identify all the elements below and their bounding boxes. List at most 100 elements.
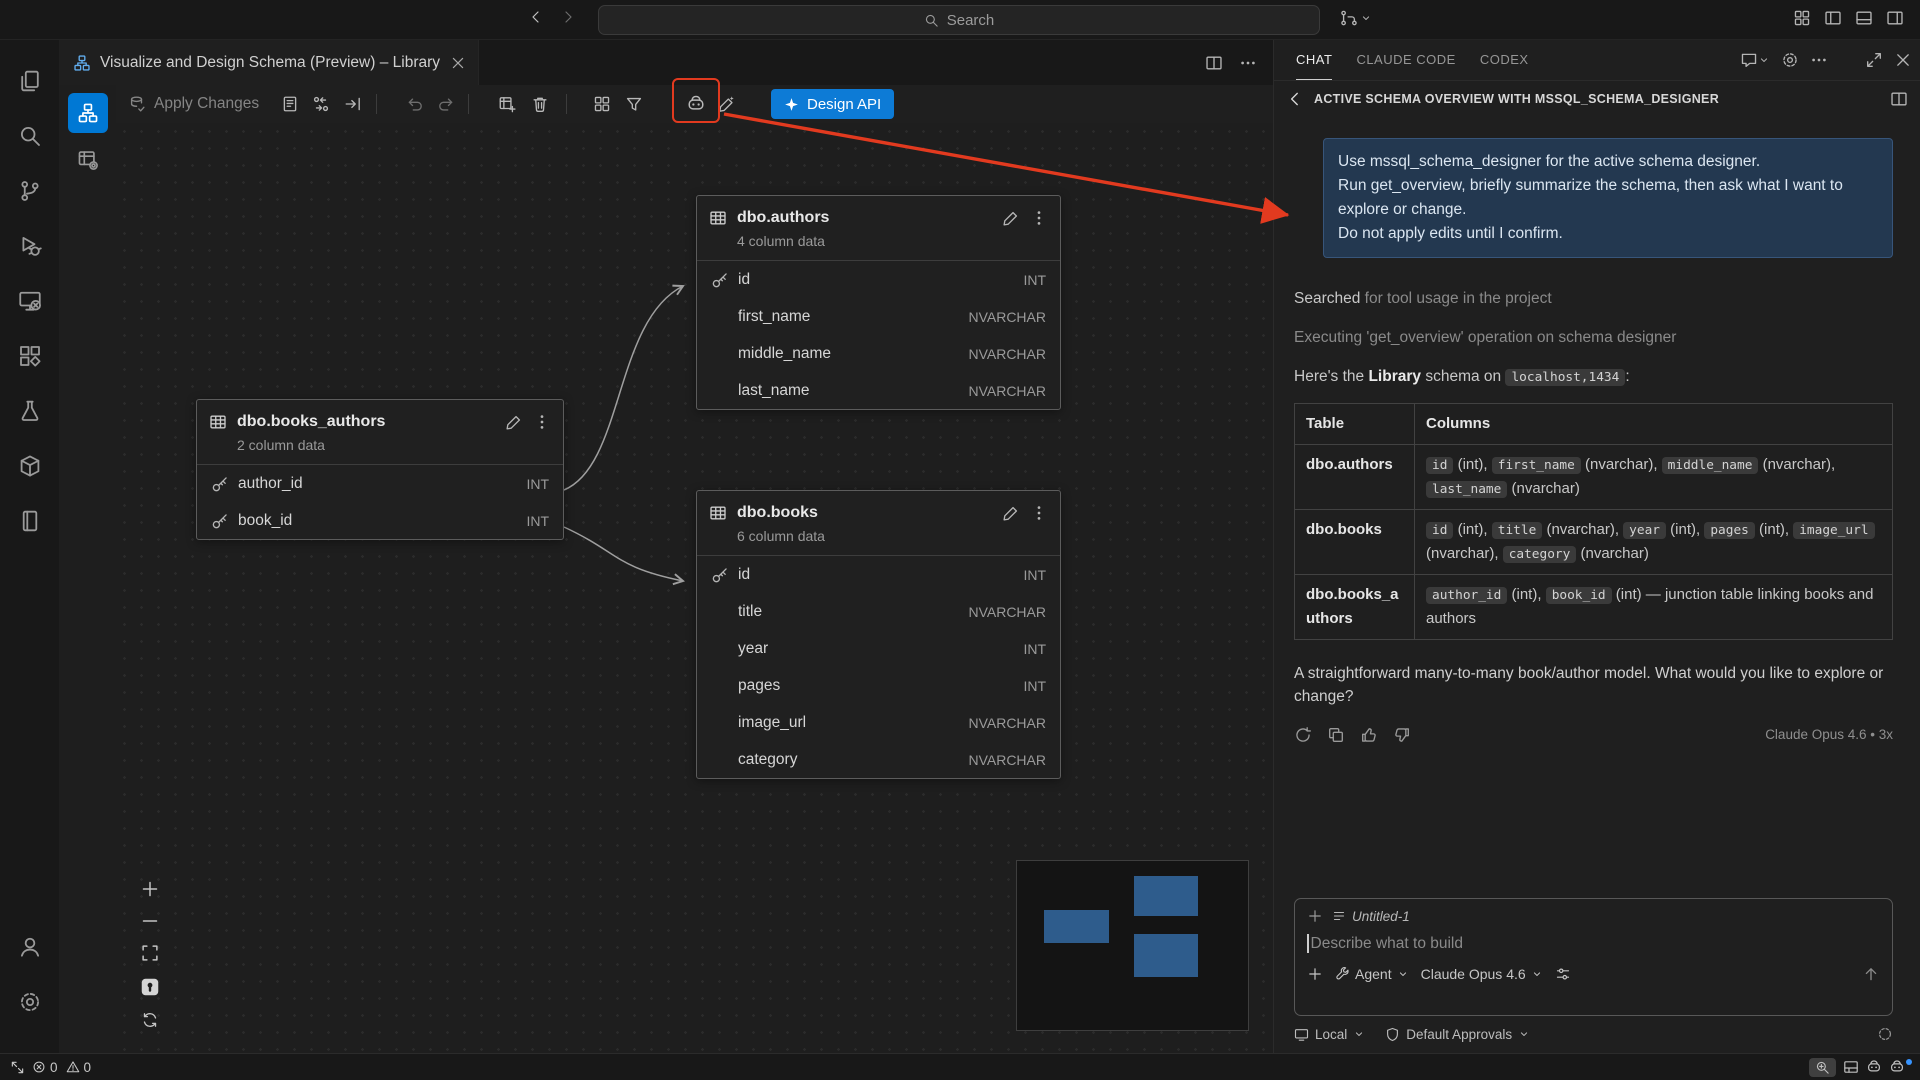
zoom-out-button[interactable] — [140, 911, 160, 931]
copilot-status-button[interactable] — [1866, 1059, 1882, 1075]
toggle-secondary-sidebar-button[interactable] — [1886, 9, 1904, 27]
toggle-sidebar-button[interactable] — [1824, 9, 1842, 27]
chat-tab-chat[interactable]: CHAT — [1296, 40, 1332, 80]
model-dropdown[interactable]: Claude Opus 4.6 — [1421, 966, 1543, 982]
copilot-menu-button[interactable] — [1889, 1059, 1905, 1075]
tools-config-button[interactable] — [1555, 966, 1571, 982]
schema-visualization-button[interactable] — [68, 93, 108, 133]
attach-button[interactable] — [1307, 966, 1323, 982]
schema-table-node[interactable]: dbo.books_authors2 column dataauthor_idI… — [196, 399, 564, 540]
add-context-button[interactable] — [1307, 908, 1323, 924]
redo-button[interactable] — [431, 89, 461, 119]
copy-response-button[interactable] — [1327, 726, 1345, 744]
table-node-header: dbo.authors — [697, 196, 1060, 233]
chat-tab-claude-code[interactable]: CLAUDE CODE — [1356, 40, 1455, 80]
auto-layout-button[interactable] — [587, 89, 617, 119]
table-menu-icon[interactable] — [1030, 504, 1048, 522]
sidebar-item-testing[interactable] — [18, 399, 42, 423]
regenerate-button[interactable] — [1294, 726, 1312, 744]
column-row[interactable]: first_nameNVARCHAR — [697, 298, 1060, 335]
table-menu-icon[interactable] — [1030, 209, 1048, 227]
minimap[interactable] — [1016, 860, 1249, 1031]
column-row[interactable]: author_idINT — [197, 465, 563, 502]
apply-changes-button[interactable]: Apply Changes — [128, 89, 259, 119]
schema-table-node[interactable]: dbo.books6 column dataidINTtitleNVARCHAR… — [696, 490, 1061, 779]
schema-table-node[interactable]: dbo.authors4 column dataidINTfirst_nameN… — [696, 195, 1061, 410]
import-button[interactable] — [338, 89, 368, 119]
sidebar-item-search[interactable] — [18, 124, 42, 148]
environment-dropdown[interactable]: Local — [1294, 1027, 1365, 1042]
chat-settings-button[interactable] — [1781, 51, 1799, 69]
thumbs-down-button[interactable] — [1393, 726, 1411, 744]
chat-input-box[interactable]: Untitled-1 Describe what to build Agent … — [1294, 898, 1893, 1016]
account-button[interactable] — [18, 935, 42, 959]
edit-table-icon[interactable] — [1002, 209, 1020, 227]
editor-layout-button[interactable] — [1843, 1059, 1859, 1075]
customize-layout-button[interactable] — [1793, 9, 1811, 27]
edit-table-icon[interactable] — [1002, 504, 1020, 522]
editor-more-actions-button[interactable] — [1239, 54, 1257, 72]
copilot-button[interactable] — [681, 89, 711, 119]
design-api-button[interactable]: Design API — [771, 89, 894, 119]
table-menu-icon[interactable] — [533, 413, 551, 431]
search-input[interactable]: Search — [598, 5, 1320, 35]
script-icon[interactable] — [275, 89, 305, 119]
column-row[interactable]: pagesINT — [697, 667, 1060, 704]
lock-canvas-button[interactable] — [138, 975, 162, 999]
session-flow-button[interactable] — [1340, 9, 1372, 27]
table-designer-button[interactable] — [68, 140, 108, 180]
column-row[interactable]: titleNVARCHAR — [697, 593, 1060, 630]
sidebar-item-explorer[interactable] — [18, 69, 42, 93]
sidebar-item-source-control[interactable] — [18, 179, 42, 203]
sidebar-item-remote-explorer[interactable] — [18, 289, 42, 313]
column-row[interactable]: idINT — [697, 261, 1060, 298]
column-row[interactable]: book_idINT — [197, 502, 563, 539]
open-chat-in-editor-button[interactable] — [1890, 90, 1908, 108]
remote-indicator-icon[interactable] — [10, 1060, 25, 1075]
sidebar-item-database-projects[interactable] — [18, 454, 42, 478]
editor-tab[interactable]: Visualize and Design Schema (Preview) – … — [59, 40, 479, 85]
problems-button[interactable]: 0 0 — [32, 1060, 95, 1075]
chat-back-button[interactable] — [1286, 90, 1304, 108]
filter-button[interactable] — [619, 89, 649, 119]
thumbs-up-button[interactable] — [1360, 726, 1378, 744]
context-file-chip[interactable]: Untitled-1 — [1332, 909, 1410, 924]
approvals-dropdown[interactable]: Default Approvals — [1385, 1027, 1530, 1042]
sidebar-item-notebooks[interactable] — [18, 509, 42, 533]
schema-canvas[interactable]: dbo.books_authors2 column dataauthor_idI… — [116, 123, 1273, 1053]
auto-arrange-button[interactable] — [141, 1011, 159, 1029]
toggle-panel-button[interactable] — [1855, 9, 1873, 27]
column-row[interactable]: idINT — [697, 556, 1060, 593]
split-editor-button[interactable] — [1205, 54, 1223, 72]
column-row[interactable]: image_urlNVARCHAR — [697, 704, 1060, 741]
sidebar-item-run-debug[interactable] — [18, 234, 42, 258]
sidebar-item-extensions[interactable] — [18, 344, 42, 368]
nav-forward-button[interactable] — [560, 9, 576, 25]
column-row[interactable]: categoryNVARCHAR — [697, 741, 1060, 778]
column-row[interactable]: yearINT — [697, 630, 1060, 667]
settings-gear-button[interactable] — [18, 990, 42, 1014]
add-table-button[interactable] — [492, 89, 522, 119]
chat-input-field[interactable]: Describe what to build — [1307, 934, 1880, 953]
compare-icon[interactable] — [306, 89, 336, 119]
chat-more-button[interactable] — [1810, 51, 1828, 69]
chat-tab-codex[interactable]: CODEX — [1480, 40, 1529, 80]
delete-button[interactable] — [525, 89, 555, 119]
column-row[interactable]: middle_nameNVARCHAR — [697, 335, 1060, 372]
edit-with-copilot-button[interactable] — [712, 89, 742, 119]
undo-button[interactable] — [400, 89, 430, 119]
fit-view-button[interactable] — [140, 943, 160, 963]
chat-history-button[interactable] — [1740, 51, 1770, 69]
agent-mode-dropdown[interactable]: Agent — [1335, 966, 1409, 982]
edit-table-icon[interactable] — [505, 413, 523, 431]
column-row[interactable]: last_nameNVARCHAR — [697, 372, 1060, 409]
zoom-in-button[interactable] — [140, 879, 160, 899]
tab-close-icon[interactable] — [450, 55, 466, 71]
nav-back-button[interactable] — [528, 9, 544, 25]
apply-changes-icon — [128, 95, 146, 113]
chevron-down-icon — [1531, 968, 1543, 980]
chat-close-button[interactable] — [1894, 51, 1912, 69]
send-button[interactable] — [1862, 965, 1880, 983]
zoom-status-button[interactable] — [1809, 1058, 1836, 1077]
chat-expand-button[interactable] — [1865, 51, 1883, 69]
